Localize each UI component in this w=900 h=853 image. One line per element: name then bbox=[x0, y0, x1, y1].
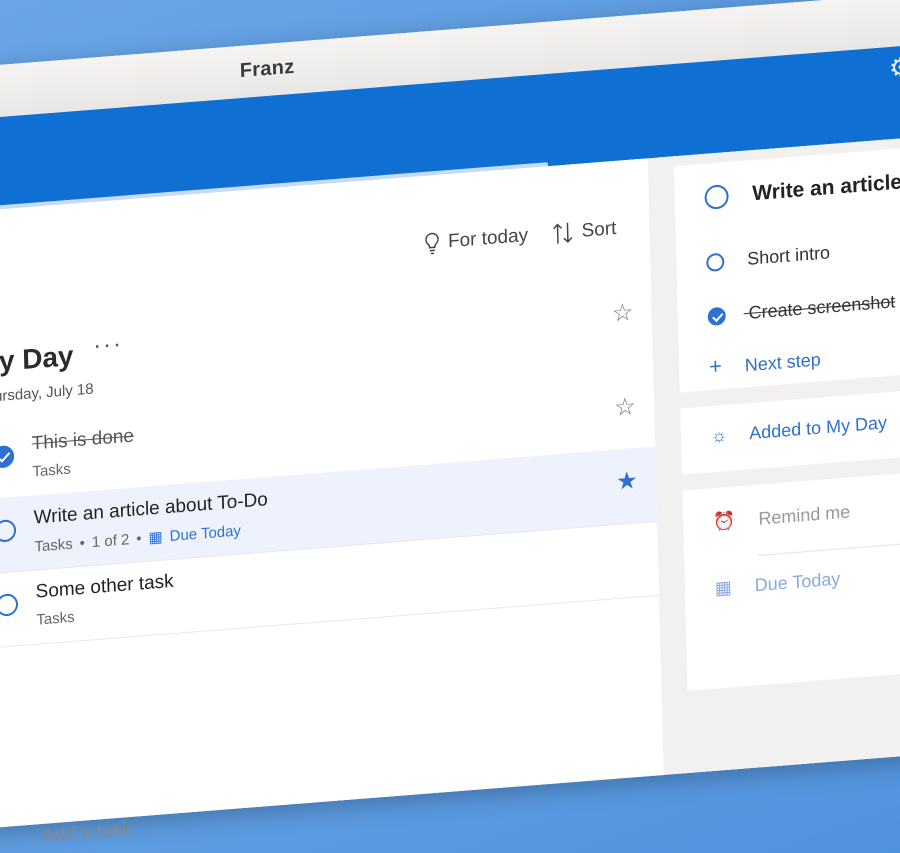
due-date-label: Due Today bbox=[755, 569, 841, 596]
list-date: Thursday, July 18 bbox=[0, 381, 94, 407]
task-list-name: Tasks bbox=[32, 461, 71, 481]
detail-steps-card: Write an article about To-Do Short intro… bbox=[674, 136, 900, 393]
remind-me-button[interactable]: ⏰ Remind me bbox=[713, 502, 851, 534]
alarm-icon: ⏰ bbox=[713, 511, 736, 533]
app-window: Franz ⚙ For today bbox=[0, 0, 900, 829]
task-title: This is done bbox=[32, 425, 135, 455]
added-to-my-day[interactable]: ☼ Added to My Day bbox=[711, 412, 888, 447]
task-list-name: Tasks bbox=[34, 535, 73, 555]
star-icon[interactable]: ☆ bbox=[614, 392, 636, 423]
add-task-input[interactable]: Add a task bbox=[42, 819, 132, 848]
reminder-card: ⏰ Remind me ▦ Due Today bbox=[682, 460, 900, 691]
task-due-date: Due Today bbox=[169, 522, 241, 545]
list-options-button[interactable]: ··· bbox=[93, 330, 124, 360]
step-label: Short intro bbox=[747, 242, 830, 269]
for-today-button[interactable]: For today bbox=[424, 224, 529, 256]
detail-task-title: Write an article about To-Do bbox=[752, 160, 900, 205]
complete-checkbox[interactable] bbox=[0, 519, 16, 543]
calendar-icon: ▦ bbox=[148, 528, 163, 547]
sort-label: Sort bbox=[581, 218, 616, 243]
gear-icon[interactable]: ⚙ bbox=[889, 53, 900, 81]
next-step-button[interactable]: + Next step bbox=[709, 345, 821, 380]
task-steps-count: 1 of 2 bbox=[92, 531, 130, 551]
plus-icon: + bbox=[709, 353, 722, 379]
dot-separator: • bbox=[79, 534, 85, 551]
added-to-my-day-label: Added to My Day bbox=[749, 412, 887, 443]
my-day-card[interactable]: ☼ Added to My Day bbox=[680, 378, 900, 475]
detail-task-row: Write an article about To-Do bbox=[704, 160, 900, 210]
step-checkbox[interactable] bbox=[706, 253, 724, 272]
star-icon[interactable]: ☆ bbox=[611, 298, 633, 329]
step-checkbox[interactable] bbox=[708, 307, 726, 326]
task-title: Some other task bbox=[35, 571, 173, 604]
due-date-button[interactable]: ▦ Due Today bbox=[715, 569, 841, 600]
task-list-name: Tasks bbox=[36, 609, 75, 629]
divider bbox=[758, 530, 900, 556]
sun-icon: ☼ bbox=[711, 425, 728, 446]
step-item[interactable]: Create screenshot bbox=[707, 291, 895, 327]
complete-checkbox[interactable] bbox=[0, 593, 18, 617]
window-title: Franz bbox=[240, 56, 295, 83]
step-label: Create screenshot bbox=[748, 291, 895, 323]
complete-checkbox[interactable] bbox=[0, 445, 14, 469]
step-item[interactable]: Short intro bbox=[706, 242, 830, 273]
lightbulb-icon bbox=[424, 231, 441, 256]
for-today-label: For today bbox=[448, 225, 529, 253]
complete-checkbox[interactable] bbox=[704, 185, 729, 211]
sort-button[interactable]: Sort bbox=[551, 217, 616, 246]
sort-icon bbox=[551, 220, 574, 246]
remind-me-label: Remind me bbox=[758, 502, 850, 529]
star-icon[interactable]: ★ bbox=[616, 466, 638, 497]
task-list-pane: For today Sort My Day ··· Thursday, July… bbox=[0, 158, 664, 828]
next-step-label: Next step bbox=[745, 349, 821, 375]
list-title: My Day bbox=[0, 340, 74, 380]
dot-separator: • bbox=[136, 530, 142, 547]
detail-pane: Write an article about To-Do Short intro… bbox=[658, 126, 900, 774]
calendar-icon: ▦ bbox=[715, 577, 732, 598]
